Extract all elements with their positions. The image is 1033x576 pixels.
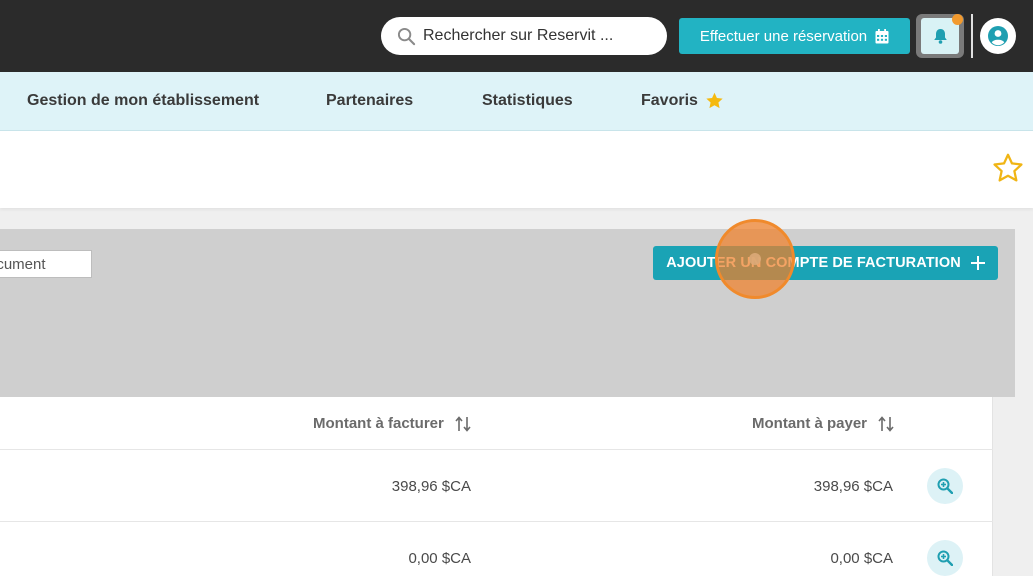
nav-item-statistics[interactable]: Statistiques	[482, 72, 573, 130]
table-row: 0,00 $CA 0,00 $CA	[0, 522, 993, 576]
amount-to-pay-cell: 398,96 $CA	[813, 477, 893, 495]
search-box[interactable]	[381, 17, 667, 55]
main-nav: Gestion de mon établissement Partenaires…	[0, 72, 1033, 131]
nav-item-establishment[interactable]: Gestion de mon établissement	[27, 72, 259, 130]
plus-icon	[970, 256, 985, 270]
make-reservation-button[interactable]: Effectuer une réservation	[679, 18, 910, 54]
calendar-icon	[875, 28, 889, 43]
nav-item-label: Favoris	[641, 92, 698, 109]
table-header: Montant à facturer Montant à payer	[0, 397, 993, 450]
nav-item-label: Gestion de mon établissement	[27, 92, 260, 109]
notifications-bell[interactable]	[921, 14, 963, 54]
topbar-divider	[971, 14, 973, 58]
search-icon	[397, 27, 416, 45]
column-header-amount-to-pay[interactable]: Montant à payer	[752, 397, 894, 450]
add-billing-account-button[interactable]: AJOUTER UN COMPTE DE FACTURATION	[653, 246, 998, 280]
search-input[interactable]	[423, 27, 643, 45]
star-outline-icon[interactable]	[991, 152, 1025, 185]
top-bar: Effectuer une réservation	[0, 0, 1033, 72]
view-details-button[interactable]	[927, 540, 963, 576]
nav-item-label: Partenaires	[326, 92, 414, 109]
amount-to-pay-cell: 0,00 $CA	[830, 549, 893, 567]
sort-icon[interactable]	[878, 415, 894, 432]
add-billing-account-label: AJOUTER UN COMPTE DE FACTURATION	[666, 255, 961, 271]
billing-accounts-table: Montant à facturer Montant à payer 398,9…	[0, 397, 993, 576]
amount-to-bill-cell: 0,00 $CA	[408, 549, 471, 567]
column-header-label: Montant à payer	[752, 415, 868, 432]
page-header-panel	[0, 131, 1033, 208]
zoom-in-icon	[937, 550, 953, 566]
user-avatar-button[interactable]	[980, 18, 1016, 54]
nav-item-favorites[interactable]: Favoris	[641, 72, 724, 130]
document-filter-placeholder: ocument	[0, 255, 46, 273]
user-icon	[988, 26, 1008, 46]
column-header-label: Montant à facturer	[313, 415, 444, 432]
nav-item-label: Statistiques	[482, 92, 573, 109]
star-filled-icon	[706, 92, 723, 109]
sort-icon[interactable]	[455, 415, 471, 432]
amount-to-bill-cell: 398,96 $CA	[391, 477, 471, 495]
click-indicator	[715, 219, 795, 299]
table-row: 398,96 $CA 398,96 $CA	[0, 450, 993, 522]
notifications-button[interactable]	[916, 14, 964, 58]
view-details-button[interactable]	[927, 468, 963, 504]
zoom-in-icon	[937, 478, 953, 494]
notification-badge	[952, 14, 963, 25]
nav-item-partners[interactable]: Partenaires	[326, 72, 413, 130]
bell-icon	[933, 29, 947, 44]
column-header-amount-to-bill[interactable]: Montant à facturer	[313, 397, 471, 450]
make-reservation-label: Effectuer une réservation	[699, 27, 868, 45]
document-filter-input[interactable]: ocument	[0, 250, 92, 278]
